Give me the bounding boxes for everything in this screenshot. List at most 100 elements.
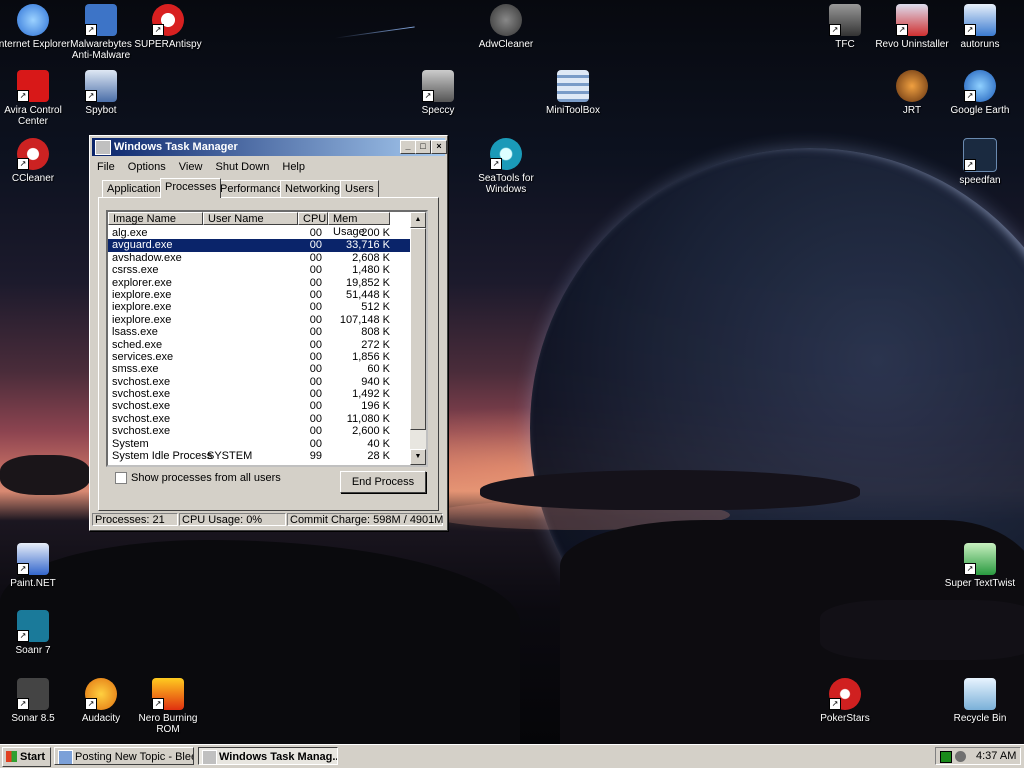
- tab-performance[interactable]: Performance: [215, 180, 288, 197]
- task-manager-window[interactable]: Windows Task Manager _ □ × File Options …: [89, 135, 448, 531]
- desktop-icon-google-earth[interactable]: ↗ Google Earth: [943, 70, 1017, 116]
- desktop-icon-minitoolbox[interactable]: MiniToolBox: [536, 70, 610, 116]
- tab-processes[interactable]: Processes: [160, 178, 222, 198]
- process-user-name: SYSTEM: [207, 450, 253, 463]
- desktop-icon-tfc[interactable]: ↗ TFC: [808, 4, 882, 50]
- process-image-name: System: [112, 437, 149, 450]
- desktop-icon-jrt[interactable]: JRT: [875, 70, 949, 116]
- column-cpu[interactable]: CPU: [298, 212, 328, 225]
- maximize-button[interactable]: □: [415, 140, 431, 154]
- process-row[interactable]: avguard.exe 00 33,716 K: [108, 239, 410, 252]
- start-button[interactable]: Start: [2, 747, 51, 767]
- process-cpu: 00: [309, 288, 322, 301]
- process-cpu: 00: [309, 425, 322, 438]
- desktop-icon-sonar-85[interactable]: ↗ Sonar 8.5: [0, 678, 70, 724]
- desktop-icon-malwarebytes[interactable]: ↗ Malwarebytes Anti-Malware: [64, 4, 138, 61]
- desktop-icon-nero[interactable]: ↗ Nero Burning ROM: [131, 678, 205, 735]
- column-mem-usage[interactable]: Mem Usage: [328, 212, 390, 238]
- process-mem-usage: 11,080 K: [346, 412, 390, 425]
- tab-networking[interactable]: Networking: [280, 180, 346, 197]
- taskbar-button-browser[interactable]: Posting New Topic - Blee...: [54, 747, 194, 765]
- menu-file[interactable]: File: [92, 158, 120, 176]
- menu-view[interactable]: View: [174, 158, 208, 176]
- sonar-icon: ↗: [17, 610, 49, 642]
- scroll-up-icon[interactable]: ▲: [410, 212, 426, 228]
- scroll-thumb[interactable]: [410, 228, 426, 430]
- process-image-name: lsass.exe: [112, 326, 158, 339]
- process-cpu: 00: [309, 350, 322, 363]
- process-mem-usage: 196 K: [361, 400, 390, 413]
- desktop-icon-audacity[interactable]: ↗ Audacity: [64, 678, 138, 724]
- desktop-icon-super-texttwist[interactable]: ↗ Super TextTwist: [943, 543, 1017, 589]
- process-row[interactable]: lsass.exe 00 808 K: [108, 326, 410, 338]
- tray-speaker-icon[interactable]: [955, 751, 966, 762]
- column-headers: Image Name User Name CPU Mem Usage: [108, 212, 410, 238]
- process-row[interactable]: sched.exe 00 272 K: [108, 339, 410, 351]
- taskbar-button-task-manager[interactable]: Windows Task Manag...: [198, 747, 338, 765]
- process-cpu: 00: [309, 326, 322, 339]
- process-image-name: svchost.exe: [112, 388, 171, 401]
- desktop-icon-avira[interactable]: ↗ Avira Control Center: [0, 70, 70, 127]
- process-row[interactable]: svchost.exe 00 2,600 K: [108, 425, 410, 437]
- show-all-processes-checkbox[interactable]: [115, 472, 127, 485]
- menu-options[interactable]: Options: [123, 158, 171, 176]
- process-mem-usage: 200 K: [361, 227, 390, 239]
- vertical-scrollbar[interactable]: ▲ ▼: [410, 212, 426, 465]
- desktop-icon-speccy[interactable]: ↗ Speccy: [401, 70, 475, 116]
- process-row[interactable]: System 00 40 K: [108, 438, 410, 450]
- windows-logo-icon: [6, 751, 17, 762]
- pokerstars-icon: ↗: [829, 678, 861, 710]
- column-image-name[interactable]: Image Name: [108, 212, 203, 225]
- desktop-icon-internet-explorer[interactable]: Internet Explorer: [0, 4, 70, 50]
- process-row[interactable]: svchost.exe 00 196 K: [108, 400, 410, 412]
- column-user-name[interactable]: User Name: [203, 212, 298, 225]
- process-row[interactable]: System Idle Process SYSTEM 99 28 K: [108, 450, 410, 462]
- show-all-processes-option[interactable]: Show processes from all users: [115, 472, 281, 485]
- close-button[interactable]: ×: [431, 140, 447, 154]
- process-row[interactable]: avshadow.exe 00 2,608 K: [108, 252, 410, 264]
- process-image-name: iexplore.exe: [112, 313, 172, 326]
- process-cpu: 00: [309, 437, 322, 450]
- desktop-icon-ccleaner[interactable]: ↗ CCleaner: [0, 138, 70, 184]
- process-image-name: svchost.exe: [112, 412, 171, 425]
- desktop-icon-seatools[interactable]: ↗ SeaTools for Windows: [469, 138, 543, 195]
- process-row[interactable]: svchost.exe 00 1,492 K: [108, 388, 410, 400]
- desktop-icon-pokerstars[interactable]: ↗ PokerStars: [808, 678, 882, 724]
- desktop-icon-recycle-bin[interactable]: Recycle Bin: [943, 678, 1017, 724]
- desktop-icon-autoruns[interactable]: ↗ autoruns: [943, 4, 1017, 50]
- end-process-button[interactable]: End Process: [340, 471, 426, 493]
- process-row[interactable]: csrss.exe 00 1,480 K: [108, 264, 410, 276]
- process-row[interactable]: svchost.exe 00 940 K: [108, 376, 410, 388]
- process-row[interactable]: explorer.exe 00 19,852 K: [108, 277, 410, 289]
- process-row[interactable]: iexplore.exe 00 107,148 K: [108, 314, 410, 326]
- desktop-icon-adwcleaner[interactable]: AdwCleaner: [469, 4, 543, 50]
- desktop-icon-paintnet[interactable]: ↗ Paint.NET: [0, 543, 70, 589]
- process-row[interactable]: iexplore.exe 00 51,448 K: [108, 289, 410, 301]
- scroll-down-icon[interactable]: ▼: [410, 449, 426, 465]
- desktop-icon-sonar-7[interactable]: ↗ Soanr 7: [0, 610, 70, 656]
- process-row[interactable]: services.exe 00 1,856 K: [108, 351, 410, 363]
- clock[interactable]: 4:37 AM: [976, 748, 1016, 764]
- tray-status-icon[interactable]: [940, 751, 952, 763]
- ccleaner-icon: ↗: [17, 138, 49, 170]
- process-row[interactable]: svchost.exe 00 11,080 K: [108, 413, 410, 425]
- desktop-icon-revo-uninstaller[interactable]: ↗ Revo Uninstaller: [875, 4, 949, 50]
- process-mem-usage: 28 K: [367, 450, 390, 463]
- process-mem-usage: 60 K: [367, 363, 390, 376]
- tab-users[interactable]: Users: [340, 180, 379, 197]
- desktop-icon-spybot[interactable]: ↗ Spybot: [64, 70, 138, 116]
- status-bar: Processes: 21 CPU Usage: 0% Commit Charg…: [92, 513, 443, 527]
- desktop-icon-speedfan[interactable]: ↗ speedfan: [943, 138, 1017, 186]
- menu-help[interactable]: Help: [277, 158, 310, 176]
- minimize-button[interactable]: _: [400, 140, 416, 154]
- desktop-icon-superantispyware[interactable]: ↗ SUPERAntispy: [131, 4, 205, 50]
- menu-shut-down[interactable]: Shut Down: [211, 158, 275, 176]
- process-row[interactable]: alg.exe 00 200 K: [108, 227, 410, 239]
- process-row[interactable]: smss.exe 00 60 K: [108, 363, 410, 375]
- show-all-processes-label: Show processes from all users: [131, 472, 281, 484]
- system-tray: 4:37 AM: [935, 747, 1021, 765]
- title-bar[interactable]: Windows Task Manager _ □ ×: [92, 138, 447, 156]
- process-row[interactable]: iexplore.exe 00 512 K: [108, 301, 410, 313]
- process-image-name: avshadow.exe: [112, 251, 182, 264]
- process-list[interactable]: Image Name User Name CPU Mem Usage alg.e…: [106, 210, 428, 467]
